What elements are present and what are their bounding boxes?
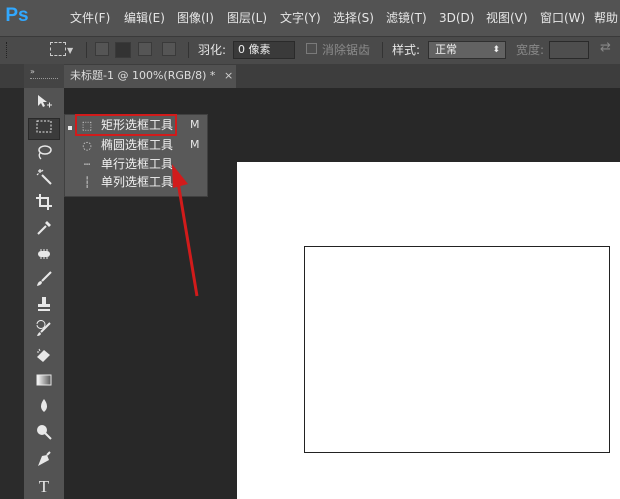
flyout-shortcut: M <box>190 118 200 131</box>
single-column-marquee-icon: ┆ <box>83 176 91 189</box>
menu-filter[interactable]: 滤镜(T) <box>386 0 427 36</box>
clone-stamp-icon[interactable] <box>28 295 60 317</box>
toolbox-header[interactable]: » <box>24 64 64 88</box>
menu-window[interactable]: 窗口(W) <box>540 0 585 36</box>
style-select-value: 正常 <box>435 43 457 56</box>
magic-wand-icon[interactable] <box>28 168 60 190</box>
app-logo: Ps <box>5 5 29 26</box>
marquee-icon[interactable] <box>28 118 60 140</box>
blur-icon[interactable] <box>28 397 60 419</box>
menu-select[interactable]: 选择(S) <box>333 0 374 36</box>
type-icon[interactable]: T <box>28 476 60 498</box>
tool-preset-icon[interactable] <box>50 42 66 56</box>
antialias-label: 消除锯齿 <box>322 43 371 57</box>
feather-input[interactable]: 0 像素 <box>233 41 295 59</box>
menu-layer[interactable]: 图层(L) <box>227 0 267 36</box>
intersect-selection-icon[interactable] <box>162 42 176 56</box>
style-select[interactable]: 正常 ⬍ <box>428 41 506 59</box>
selected-bullet-icon <box>68 126 72 130</box>
new-selection-icon[interactable] <box>95 42 109 56</box>
single-row-marquee-icon: ┄ <box>83 158 91 171</box>
eyedropper-icon[interactable] <box>28 219 60 241</box>
subtract-selection-icon[interactable] <box>138 42 152 56</box>
menu-edit[interactable]: 编辑(E) <box>124 0 165 36</box>
menu-3d[interactable]: 3D(D) <box>439 0 474 36</box>
updown-arrow-icon: ⬍ <box>492 45 500 55</box>
eraser-icon[interactable] <box>28 346 60 368</box>
document-tab-title: 未标题-1 @ 100%(RGB/8) * <box>70 69 216 82</box>
annotation-highlight-box <box>75 114 177 136</box>
collapse-icon[interactable]: » <box>30 67 35 76</box>
menu-file[interactable]: 文件(F) <box>70 0 110 36</box>
add-selection-icon[interactable] <box>115 42 131 58</box>
move-icon[interactable] <box>28 93 60 115</box>
ellipse-marquee-icon: ◌ <box>82 139 92 152</box>
width-label: 宽度: <box>516 43 545 57</box>
options-divider <box>188 42 189 58</box>
swap-icon[interactable]: ⇄ <box>600 40 611 55</box>
feather-label: 羽化: <box>198 43 227 57</box>
options-grip[interactable] <box>6 42 10 58</box>
menu-image[interactable]: 图像(I) <box>177 0 214 36</box>
grip-icon <box>30 78 58 81</box>
antialias-checkbox[interactable] <box>306 43 317 54</box>
menu-view[interactable]: 视图(V) <box>486 0 528 36</box>
options-divider <box>382 42 383 58</box>
document-tab[interactable]: 未标题-1 @ 100%(RGB/8) * × <box>64 65 236 88</box>
menu-help[interactable]: 帮助 <box>594 0 618 36</box>
width-input[interactable] <box>549 41 589 59</box>
options-divider <box>86 42 87 58</box>
crop-icon[interactable] <box>28 193 60 215</box>
menu-type[interactable]: 文字(Y) <box>280 0 321 36</box>
history-brush-icon[interactable] <box>28 320 60 342</box>
chevron-down-icon[interactable]: ▼ <box>67 46 73 55</box>
brush-icon[interactable] <box>28 270 60 292</box>
dodge-icon[interactable] <box>28 423 60 445</box>
pen-icon[interactable] <box>28 450 60 472</box>
annotation-arrow-icon <box>172 164 199 297</box>
lasso-icon[interactable] <box>28 143 60 165</box>
healing-brush-icon[interactable] <box>28 245 60 267</box>
gradient-icon[interactable] <box>28 371 60 393</box>
close-icon[interactable]: × <box>224 65 233 87</box>
rectangle-selection[interactable] <box>304 246 610 453</box>
style-label: 样式: <box>392 43 421 57</box>
